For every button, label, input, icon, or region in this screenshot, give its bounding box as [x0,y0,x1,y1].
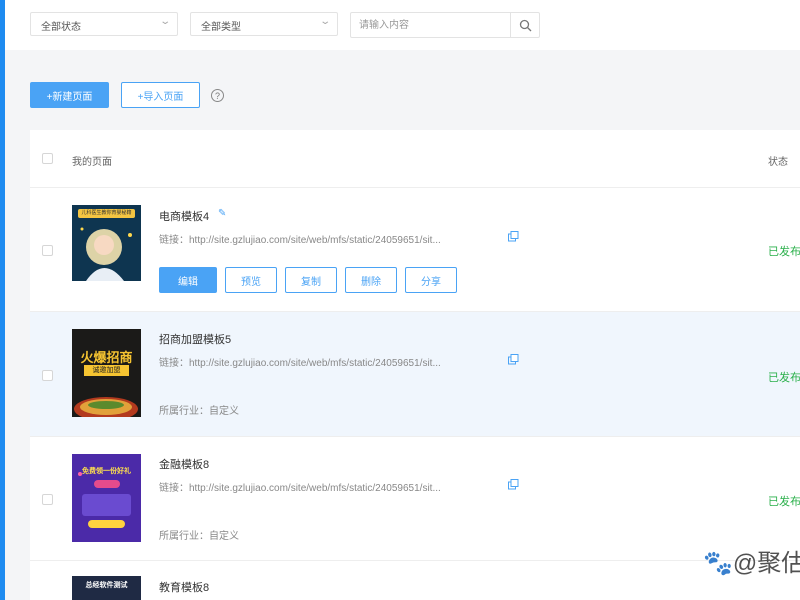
chevron-down-icon: ⌄ [318,16,331,27]
template-thumbnail[interactable]: 免费领一份好礼 [72,454,141,542]
search-box [350,12,540,38]
status-badge: 已发布 [768,372,800,384]
status-filter-value: 全部状态 [41,22,81,33]
row-checkbox[interactable] [42,370,53,381]
new-page-button[interactable]: +新建页面 [30,82,109,108]
edit-button[interactable]: 编辑 [159,267,217,293]
search-button[interactable] [510,13,539,37]
share-button[interactable]: 分享 [405,267,457,293]
type-filter-select[interactable]: 全部类型 ⌄ [190,12,338,36]
header-my-pages: 我的页面 [72,157,112,168]
template-title[interactable]: 教育模板8 [159,579,209,595]
copy-icon[interactable] [508,479,519,490]
row-checkbox[interactable] [42,245,53,256]
template-title[interactable]: 电商模板4 [159,208,209,224]
table-row[interactable]: 免费领一份好礼 金融模板8 链接：http://site.gzlujiao.co… [30,437,800,561]
pencil-icon[interactable]: ✎ [218,208,226,219]
search-input[interactable] [359,17,504,33]
thumbnail-headline: 总经软件测试 [85,582,128,589]
chevron-down-icon: ⌄ [158,16,171,27]
template-link[interactable]: 链接：http://site.gzlujiao.com/site/web/mfs… [159,354,441,369]
pages-table: 我的页面 状态 儿科医生教你育婴秘籍 电商模板4 ✎ 链接：http://sit… [30,130,800,600]
watermark: 🐾@聚估 [703,543,800,578]
select-all-checkbox[interactable] [42,153,53,164]
watermark-text: @聚估 [732,550,800,577]
baby-illustration [80,227,132,281]
template-title[interactable]: 招商加盟模板5 [159,331,231,347]
template-link[interactable]: 链接：http://site.gzlujiao.com/site/web/mfs… [159,479,441,494]
food-illustration [74,397,138,417]
template-thumbnail[interactable]: 儿科医生教你育婴秘籍 [72,205,141,281]
template-thumbnail[interactable]: 总经软件测试 [72,576,141,600]
help-icon[interactable]: ? [211,89,224,102]
template-thumbnail[interactable]: 火爆招商 诚邀加盟 [72,329,141,417]
row-checkbox[interactable] [42,494,53,505]
copy-button[interactable]: 复制 [285,267,337,293]
table-row[interactable]: 儿科医生教你育婴秘籍 电商模板4 ✎ 链接：http://site.gzluji… [30,188,800,312]
table-row[interactable]: 火爆招商 诚邀加盟 招商加盟模板5 链接：http://site.gzlujia… [30,312,800,437]
template-industry: 所属行业：自定义 [159,531,239,542]
header-status: 状态 [768,157,788,168]
delete-button[interactable]: 删除 [345,267,397,293]
search-icon [519,19,531,31]
preview-button[interactable]: 预览 [225,267,277,293]
template-industry: 所属行业：自定义 [159,406,239,417]
status-badge: 已发布 [768,246,800,258]
type-filter-value: 全部类型 [201,22,241,33]
template-link[interactable]: 链接：http://site.gzlujiao.com/site/web/mfs… [159,231,441,246]
copy-icon[interactable] [508,354,519,365]
filter-bar: 全部状态 ⌄ 全部类型 ⌄ [5,0,800,50]
paw-icon: 🐾 [703,550,733,577]
template-title[interactable]: 金融模板8 [159,456,209,472]
copy-icon[interactable] [508,231,519,242]
import-page-button[interactable]: +导入页面 [121,82,200,108]
table-header: 我的页面 状态 [30,130,800,188]
finance-illustration [78,472,131,528]
table-row[interactable]: 总经软件测试 教育模板8 [30,561,800,600]
status-filter-select[interactable]: 全部状态 ⌄ [30,12,178,36]
status-badge: 已发布 [768,496,800,508]
left-accent-bar [0,0,5,600]
